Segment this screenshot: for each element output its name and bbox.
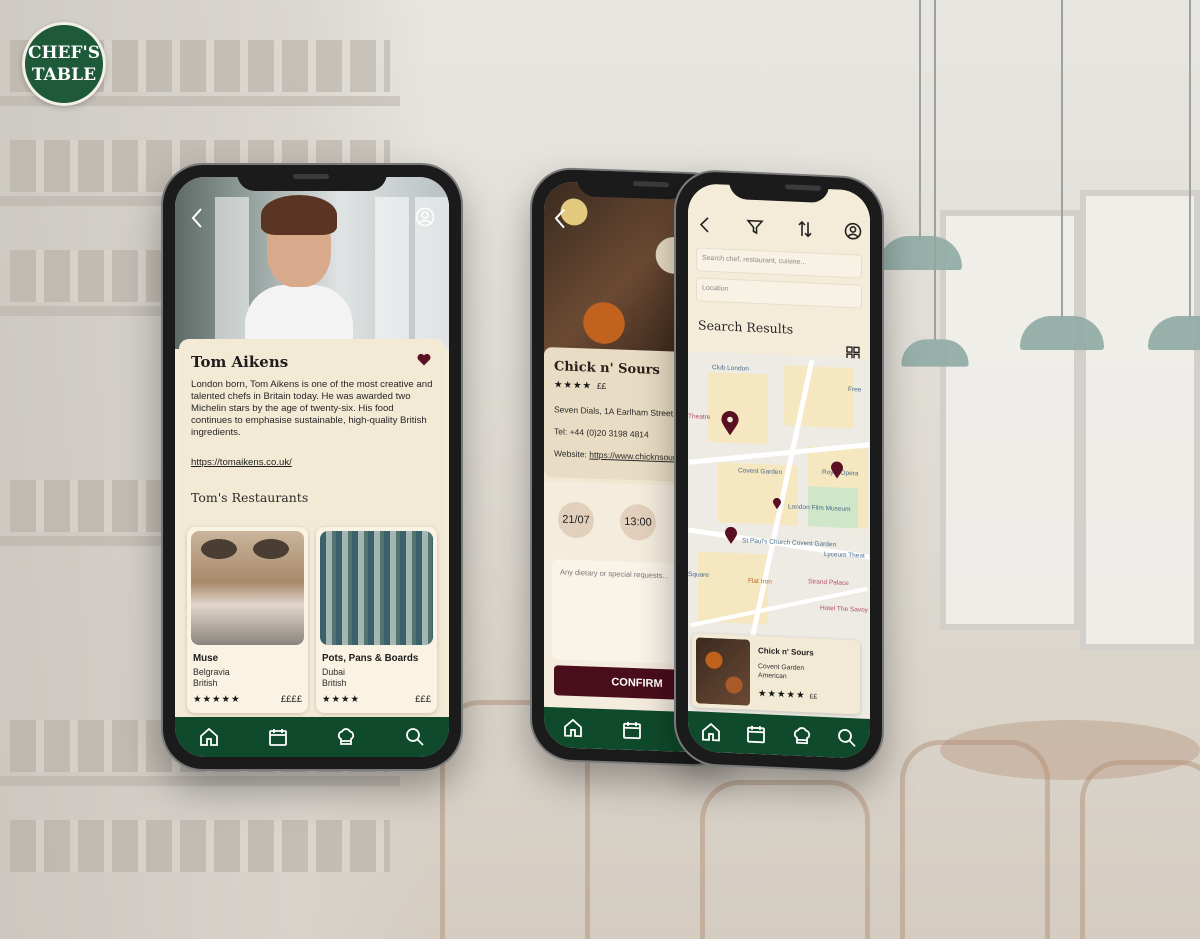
chef-name: Tom Aikens xyxy=(191,353,289,371)
sort-arrows-icon[interactable] xyxy=(796,220,814,239)
chef-bio: London born, Tom Aikens is one of the mo… xyxy=(191,379,433,438)
restaurant-list: Muse Belgravia British ★★★★★ ££££ Pots, … xyxy=(187,527,437,713)
search-icon[interactable] xyxy=(836,726,858,749)
restaurant-rating: ★★★★ xyxy=(322,694,361,705)
result-name: Chick n' Sours xyxy=(758,646,814,658)
restaurant-price: ££ xyxy=(596,380,607,392)
result-photo xyxy=(696,637,750,706)
restaurant-name: Pots, Pans & Boards xyxy=(322,653,419,664)
map-pin-icon[interactable] xyxy=(724,526,738,546)
result-rating: ★★★★★ xyxy=(758,688,806,702)
date-picker[interactable]: 21/07 xyxy=(558,501,594,539)
map-label: Theatre xyxy=(688,413,711,422)
map-pin-icon[interactable] xyxy=(720,410,740,437)
calendar-icon[interactable] xyxy=(745,723,767,746)
phone-notch xyxy=(577,170,687,200)
restaurant-cuisine: British xyxy=(322,678,347,688)
chef-hero-photo xyxy=(175,177,449,355)
back-chevron-icon[interactable] xyxy=(696,215,714,234)
phone-notch xyxy=(237,165,387,191)
phone-notch xyxy=(729,172,829,204)
calendar-icon[interactable] xyxy=(267,726,289,748)
logo-line2: TABLE xyxy=(31,65,97,85)
home-icon[interactable] xyxy=(700,721,722,744)
restaurant-price: £££ xyxy=(415,694,431,705)
restaurant-area: Dubai xyxy=(322,667,345,677)
bottom-tab-bar xyxy=(688,711,870,759)
home-icon[interactable] xyxy=(562,717,584,740)
chef-profile-screen: Tom Aikens London born, Tom Aikens is on… xyxy=(175,177,449,757)
search-icon[interactable] xyxy=(404,726,426,748)
restaurant-photo xyxy=(320,531,433,645)
bottom-tab-bar xyxy=(175,717,449,757)
restaurant-name: Muse xyxy=(193,653,219,664)
map-label: Flat Iron xyxy=(748,577,772,586)
restaurants-heading: Tom's Restaurants xyxy=(191,490,309,505)
back-chevron-icon[interactable] xyxy=(552,207,568,230)
map-label: Lyceum Theat xyxy=(824,550,865,560)
chef-hat-icon[interactable] xyxy=(791,725,813,748)
search-screen: Search chef, restaurant, cuisine... Loca… xyxy=(688,183,870,759)
calendar-icon[interactable] xyxy=(621,719,643,742)
map-pin-icon[interactable] xyxy=(830,461,844,480)
restaurant-rating: ★★★★ xyxy=(554,379,593,392)
restaurant-website-link[interactable]: https://www.chicknsours xyxy=(589,450,680,463)
map-label: Hotel The Savoy xyxy=(820,604,868,614)
restaurant-area: Belgravia xyxy=(193,667,230,677)
phone-search-results: Search chef, restaurant, cuisine... Loca… xyxy=(676,170,882,772)
restaurant-cuisine: British xyxy=(193,678,218,688)
chef-hat-icon[interactable] xyxy=(335,726,357,748)
logo-line1: CHEF'S xyxy=(27,43,101,63)
chef-info-card: Tom Aikens London born, Tom Aikens is on… xyxy=(179,339,445,717)
favourite-heart-icon[interactable] xyxy=(417,353,431,366)
map-pin-icon[interactable] xyxy=(772,497,782,510)
map-label: Square xyxy=(688,571,709,579)
restaurant-photo xyxy=(191,531,304,645)
restaurant-card-muse[interactable]: Muse Belgravia British ★★★★★ ££££ xyxy=(187,527,308,713)
restaurant-price: ££££ xyxy=(280,694,302,705)
user-profile-icon[interactable] xyxy=(844,222,862,241)
home-icon[interactable] xyxy=(198,726,220,748)
restaurant-card-pots-pans-boards[interactable]: Pots, Pans & Boards Dubai British ★★★★ £… xyxy=(316,527,437,713)
chefs-table-logo: CHEF'S TABLE xyxy=(22,22,106,106)
user-profile-icon[interactable] xyxy=(415,207,435,227)
chef-website-link[interactable]: https://tomaikens.co.uk/ xyxy=(191,457,433,468)
map-label: Free xyxy=(848,386,862,394)
chef-portrait xyxy=(245,195,353,355)
search-result-card[interactable]: Chick n' Sours Covent Garden American ★★… xyxy=(692,633,860,715)
map-label: Strand Palace xyxy=(808,578,849,588)
phone-chef-profile: Tom Aikens London born, Tom Aikens is on… xyxy=(163,165,461,769)
filter-funnel-icon[interactable] xyxy=(746,218,764,237)
result-price: ££ xyxy=(809,693,818,701)
restaurant-rating: ★★★★★ xyxy=(193,694,241,705)
time-picker[interactable]: 13:00 xyxy=(620,503,656,541)
back-chevron-icon[interactable] xyxy=(189,207,205,229)
website-label: Website: xyxy=(554,448,590,460)
